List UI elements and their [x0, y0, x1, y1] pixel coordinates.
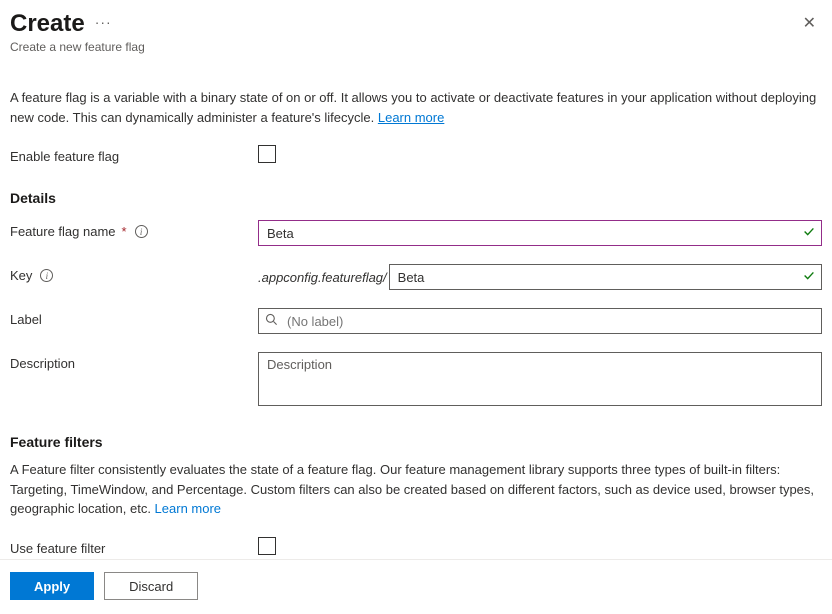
enable-flag-label: Enable feature flag — [10, 145, 258, 164]
required-marker: * — [122, 224, 127, 239]
panel-title: Create — [10, 10, 85, 38]
more-icon[interactable]: ··· — [95, 15, 112, 29]
label-field-label: Label — [10, 312, 42, 327]
close-icon: ✕ — [803, 15, 816, 32]
label-input[interactable] — [258, 308, 822, 334]
description-label: Description — [10, 356, 75, 371]
filters-heading: Feature filters — [10, 434, 822, 450]
info-icon[interactable]: i — [40, 269, 53, 282]
key-label: Key — [10, 268, 32, 283]
intro-text: A feature flag is a variable with a bina… — [10, 88, 822, 127]
flag-name-label: Feature flag name — [10, 224, 116, 239]
use-filter-label: Use feature filter — [10, 537, 258, 556]
info-icon[interactable]: i — [135, 225, 148, 238]
description-input[interactable] — [258, 352, 822, 406]
close-button[interactable]: ✕ — [797, 10, 822, 38]
apply-button[interactable]: Apply — [10, 572, 94, 600]
filters-learn-more-link[interactable]: Learn more — [155, 501, 221, 516]
flag-name-input[interactable] — [258, 220, 822, 246]
use-filter-checkbox[interactable] — [258, 537, 276, 555]
enable-flag-checkbox[interactable] — [258, 145, 276, 163]
panel-subtitle: Create a new feature flag — [10, 40, 145, 54]
footer: Apply Discard — [0, 559, 832, 614]
filters-text: A Feature filter consistently evaluates … — [10, 460, 822, 519]
filters-body: A Feature filter consistently evaluates … — [10, 462, 814, 516]
key-prefix: .appconfig.featureflag/ — [258, 270, 389, 285]
intro-learn-more-link[interactable]: Learn more — [378, 110, 444, 125]
details-heading: Details — [10, 190, 822, 206]
key-input[interactable] — [389, 264, 822, 290]
discard-button[interactable]: Discard — [104, 572, 198, 600]
